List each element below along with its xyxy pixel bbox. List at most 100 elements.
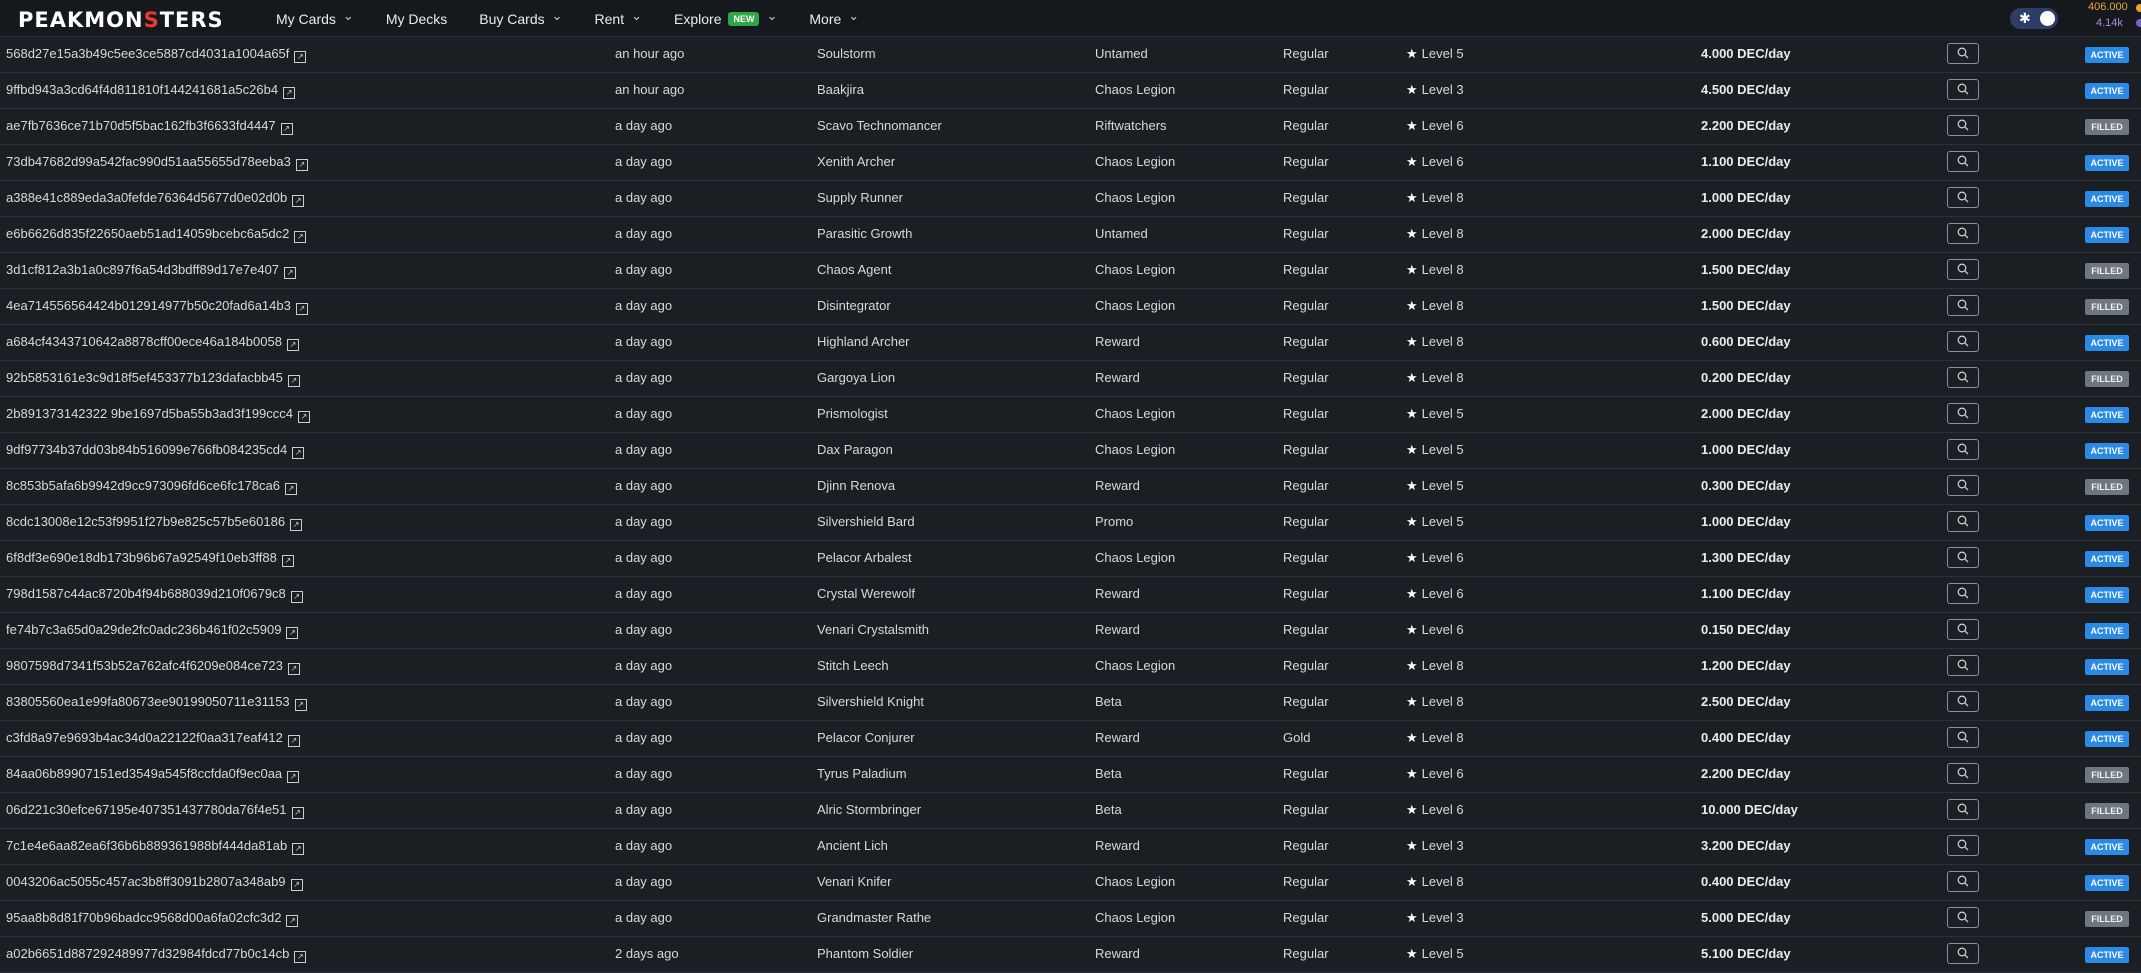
market-id[interactable]: 9ffbd943a3cd64f4d811810f144241681a5c26b4… — [6, 82, 296, 99]
search-button[interactable] — [1947, 907, 1979, 928]
search-button[interactable] — [1947, 151, 1979, 172]
external-link-icon[interactable]: ↗ — [284, 267, 297, 279]
market-id-text[interactable]: 3d1cf812a3b1a0c897f6a54d3bdff89d17e7e407 — [6, 262, 279, 277]
market-id-text[interactable]: c3fd8a97e9693b4ac34d0a22122f0aa317eaf412 — [6, 730, 283, 745]
market-id-text[interactable]: a388e41c889eda3a0fefde76364d5677d0e02d0b — [6, 190, 287, 205]
search-button[interactable] — [1947, 727, 1979, 748]
market-id[interactable]: a02b6651d887292489977d32984fdcd77b0c14cb… — [6, 946, 307, 963]
external-link-icon[interactable]: ↗ — [284, 483, 297, 495]
search-button[interactable] — [1947, 655, 1979, 676]
nav-my-decks[interactable]: My Decks — [386, 11, 447, 27]
market-id-text[interactable]: a684cf4343710642a8878cff00ece46a184b0058 — [6, 334, 282, 349]
nav-explore[interactable]: Explore NEW ⌄ — [674, 8, 777, 27]
external-link-icon[interactable]: ↗ — [290, 519, 303, 531]
market-id[interactable]: 6f8df3e690e18db173b96b67a92549f10eb3ff88… — [6, 550, 294, 567]
search-button[interactable] — [1947, 511, 1979, 532]
external-link-icon[interactable]: ↗ — [286, 627, 299, 639]
external-link-icon[interactable]: ↗ — [290, 879, 303, 891]
market-id-text[interactable]: 9df97734b37dd03b84b516099e766fb084235cd4 — [6, 442, 287, 457]
market-id-text[interactable]: 84aa06b89907151ed3549a545f8ccfda0f9ec0aa — [6, 766, 282, 781]
external-link-icon[interactable]: ↗ — [294, 51, 307, 63]
market-id[interactable]: 8cdc13008e12c53f9951f27b9e825c57b5e60186… — [6, 514, 303, 531]
external-link-icon[interactable]: ↗ — [280, 123, 293, 135]
market-id[interactable]: 9df97734b37dd03b84b516099e766fb084235cd4… — [6, 442, 305, 459]
market-id[interactable]: c3fd8a97e9693b4ac34d0a22122f0aa317eaf412… — [6, 730, 300, 747]
search-button[interactable] — [1947, 475, 1979, 496]
market-id-text[interactable]: a02b6651d887292489977d32984fdcd77b0c14cb — [6, 946, 289, 961]
market-id-text[interactable]: 92b5853161e3c9d18f5ef453377b123dafacbb45 — [6, 370, 283, 385]
market-id-text[interactable]: 7c1e4e6aa82ea6f36b6b889361988bf444da81ab — [6, 838, 287, 853]
market-id[interactable]: 83805560ea1e99fa80673ee90199050711e31153… — [6, 694, 307, 711]
search-button[interactable] — [1947, 763, 1979, 784]
search-button[interactable] — [1947, 115, 1979, 136]
external-link-icon[interactable]: ↗ — [295, 303, 308, 315]
market-id[interactable]: 798d1587c44ac8720b4f94b688039d210f0679c8… — [6, 586, 303, 603]
nav-my-cards[interactable]: My Cards ⌄ — [276, 8, 354, 27]
search-button[interactable] — [1947, 259, 1979, 280]
external-link-icon[interactable]: ↗ — [286, 339, 299, 351]
search-button[interactable] — [1947, 295, 1979, 316]
nav-rent[interactable]: Rent ⌄ — [595, 8, 642, 27]
market-id[interactable]: 7c1e4e6aa82ea6f36b6b889361988bf444da81ab… — [6, 838, 305, 855]
search-button[interactable] — [1947, 439, 1979, 460]
external-link-icon[interactable]: ↗ — [295, 159, 308, 171]
search-button[interactable] — [1947, 871, 1979, 892]
search-button[interactable] — [1947, 835, 1979, 856]
market-id-text[interactable]: 9807598d7341f53b52a762afc4f6209e084ce723 — [6, 658, 283, 673]
search-button[interactable] — [1947, 943, 1979, 964]
market-id[interactable]: 06d221c30efce67195e407351437780da76f4e51… — [6, 802, 304, 819]
market-id-text[interactable]: 0043206ac5055c457ac3b8ff3091b2807a348ab9 — [6, 874, 286, 889]
external-link-icon[interactable]: ↗ — [287, 771, 300, 783]
external-link-icon[interactable]: ↗ — [281, 555, 294, 567]
nav-more[interactable]: More ⌄ — [809, 8, 859, 27]
external-link-icon[interactable]: ↗ — [292, 195, 305, 207]
search-button[interactable] — [1947, 547, 1979, 568]
market-id[interactable]: a388e41c889eda3a0fefde76364d5677d0e02d0b… — [6, 190, 305, 207]
market-id[interactable]: 568d27e15a3b49c5ee3ce5887cd4031a1004a65f… — [6, 46, 307, 63]
market-id-text[interactable]: fe74b7c3a65d0a29de2fc0adc236b461f02c5909 — [6, 622, 281, 637]
external-link-icon[interactable]: ↗ — [298, 411, 311, 423]
market-id-text[interactable]: 798d1587c44ac8720b4f94b688039d210f0679c8 — [6, 586, 286, 601]
market-id[interactable]: 4ea714556564424b012914977b50c20fad6a14b3… — [6, 298, 308, 315]
market-id-text[interactable]: 06d221c30efce67195e407351437780da76f4e51 — [6, 802, 287, 817]
search-button[interactable] — [1947, 799, 1979, 820]
market-id-text[interactable]: 83805560ea1e99fa80673ee90199050711e31153 — [6, 694, 290, 709]
nav-buy-cards[interactable]: Buy Cards ⌄ — [479, 8, 562, 27]
market-id[interactable]: e6b6626d835f22650aeb51ad14059bcebc6a5dc2… — [6, 226, 307, 243]
search-button[interactable] — [1947, 187, 1979, 208]
external-link-icon[interactable]: ↗ — [286, 915, 299, 927]
search-button[interactable] — [1947, 691, 1979, 712]
market-id[interactable]: fe74b7c3a65d0a29de2fc0adc236b461f02c5909… — [6, 622, 299, 639]
market-id-text[interactable]: 4ea714556564424b012914977b50c20fad6a14b3 — [6, 298, 291, 313]
market-id[interactable]: 92b5853161e3c9d18f5ef453377b123dafacbb45… — [6, 370, 300, 387]
market-id[interactable]: ae7fb7636ce71b70d5f5bac162fb3f6633fd4447… — [6, 118, 293, 135]
external-link-icon[interactable]: ↗ — [287, 735, 300, 747]
search-button[interactable] — [1947, 403, 1979, 424]
search-button[interactable] — [1947, 79, 1979, 100]
search-button[interactable] — [1947, 223, 1979, 244]
external-link-icon[interactable]: ↗ — [294, 231, 307, 243]
external-link-icon[interactable]: ↗ — [290, 591, 303, 603]
external-link-icon[interactable]: ↗ — [287, 663, 300, 675]
external-link-icon[interactable]: ↗ — [287, 375, 300, 387]
theme-toggle[interactable]: ✱ — [2010, 8, 2058, 29]
market-id[interactable]: 95aa8b8d81f70b96badcc9568d00a6fa02cfc3d2… — [6, 910, 299, 927]
market-id[interactable]: 2b891373142322 9be1697d5ba55b3ad3f199ccc… — [6, 406, 311, 423]
market-id-text[interactable]: 568d27e15a3b49c5ee3ce5887cd4031a1004a65f — [6, 46, 289, 61]
market-id[interactable]: 73db47682d99a542fac990d51aa55655d78eeba3… — [6, 154, 308, 171]
market-id-text[interactable]: 2b891373142322 9be1697d5ba55b3ad3f199ccc… — [6, 406, 293, 421]
market-id[interactable]: 3d1cf812a3b1a0c897f6a54d3bdff89d17e7e407… — [6, 262, 297, 279]
external-link-icon[interactable]: ↗ — [292, 843, 305, 855]
search-button[interactable] — [1947, 331, 1979, 352]
search-button[interactable] — [1947, 583, 1979, 604]
external-link-icon[interactable]: ↗ — [283, 87, 296, 99]
market-id[interactable]: 84aa06b89907151ed3549a545f8ccfda0f9ec0aa… — [6, 766, 300, 783]
market-id-text[interactable]: 73db47682d99a542fac990d51aa55655d78eeba3 — [6, 154, 291, 169]
external-link-icon[interactable]: ↗ — [291, 807, 304, 819]
market-id-text[interactable]: 9ffbd943a3cd64f4d811810f144241681a5c26b4 — [6, 82, 278, 97]
search-button[interactable] — [1947, 619, 1979, 640]
search-button[interactable] — [1947, 367, 1979, 388]
market-id-text[interactable]: ae7fb7636ce71b70d5f5bac162fb3f6633fd4447 — [6, 118, 276, 133]
market-id-text[interactable]: 8cdc13008e12c53f9951f27b9e825c57b5e60186 — [6, 514, 285, 529]
market-id[interactable]: 0043206ac5055c457ac3b8ff3091b2807a348ab9… — [6, 874, 303, 891]
